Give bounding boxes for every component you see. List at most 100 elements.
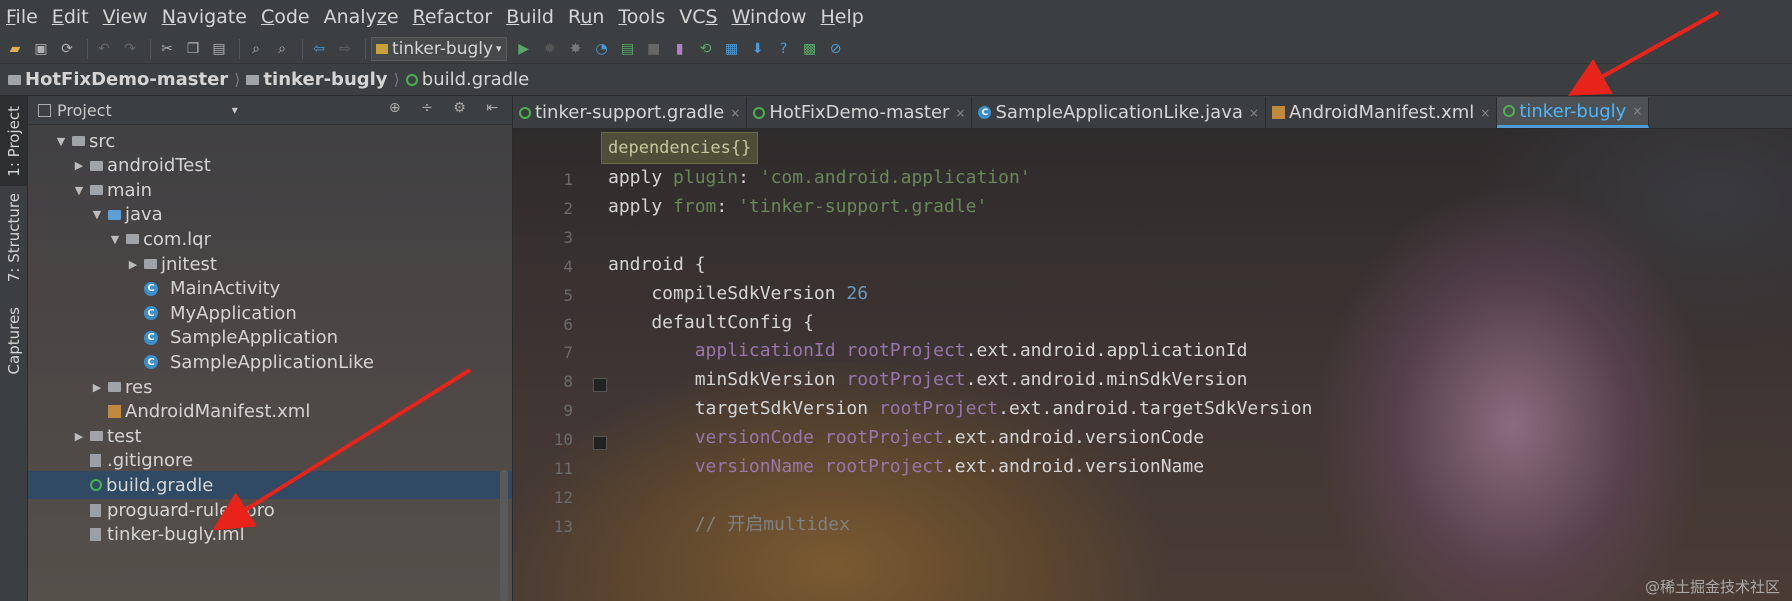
redo-icon[interactable]: ↷ [119,38,141,60]
paste-icon[interactable]: ▤ [208,38,230,60]
save-icon[interactable]: ▣ [30,38,52,60]
close-icon[interactable]: × [1480,106,1490,120]
menu-build[interactable]: Build [500,0,562,34]
editor-tab[interactable]: AndroidManifest.xml × [1266,97,1498,128]
editor-tab[interactable]: HotFixDemo-master × [747,97,973,128]
tree-item[interactable]: tinker-bugly.iml [28,521,512,549]
watermark: @稀土掘金技术社区 [1644,578,1780,596]
menu-run[interactable]: Run [562,0,612,34]
breadcrumb-project[interactable]: HotFixDemo-master [8,69,228,90]
expand-arrow-icon[interactable]: ▼ [90,208,104,221]
terminal-icon[interactable]: ▩ [799,38,821,60]
code-line: targetSdkVersion rootProject.ext.android… [608,395,1313,423]
fold-marker-icon[interactable] [593,378,607,392]
line-number: 3 [563,227,573,247]
code-token: compileSdkVersion [608,282,847,304]
menu-navigate[interactable]: Navigate [156,0,255,34]
menu-tools[interactable]: Tools [612,0,673,34]
code-token: 'tinker-support.gradle' [738,195,988,217]
no-entry-icon[interactable]: ⊘ [825,38,847,60]
collapse-arrow-icon[interactable]: ▶ [72,430,86,443]
expand-arrow-icon[interactable]: ▼ [54,135,68,148]
forward-icon[interactable]: ⇨ [334,38,356,60]
code-token: applicationId [694,340,847,362]
menu-analyze[interactable]: Analyze [318,0,407,34]
folder-icon [8,74,21,85]
open-folder-icon[interactable]: ▰ [4,38,26,60]
chevron-down-icon[interactable]: ▾ [232,103,238,117]
menu-code[interactable]: Code [255,0,318,34]
menu-view[interactable]: View [97,0,156,34]
copy-icon[interactable]: ❐ [182,38,204,60]
collapse-arrow-icon[interactable]: ▶ [72,159,86,172]
folder-icon [90,431,103,442]
project-structure-icon[interactable]: ▦ [721,38,743,60]
sync-gradle-icon[interactable]: ⟲ [695,38,717,60]
find-icon[interactable]: ⌕ [245,38,267,60]
collapse-arrow-icon[interactable]: ▶ [126,258,140,271]
close-icon[interactable]: × [1632,104,1642,118]
menu-vcs[interactable]: VCS [673,0,725,34]
cut-icon[interactable]: ✂ [156,38,178,60]
menu-window[interactable]: Window [726,0,815,34]
line-number: 4 [563,256,573,276]
editor-tab[interactable]: tinker-bugly × [1497,97,1650,128]
close-icon[interactable]: × [1249,106,1259,120]
structure-tool-tab[interactable]: 7: Structure [0,188,27,288]
stop-icon[interactable]: ■ [643,38,665,60]
tree-item-label: MyApplication [170,302,297,324]
menu-refactor[interactable]: Refactor [407,0,501,34]
close-icon[interactable]: × [730,106,740,120]
code-line: applicationId rootProject.ext.android.ap… [608,337,1248,365]
attach-debugger-icon[interactable]: ✸ [565,38,587,60]
gradle-icon [519,106,531,119]
line-number: 1 [563,170,573,189]
breadcrumb-module[interactable]: tinker-bugly [246,69,388,90]
help-icon[interactable]: ? [773,38,795,60]
sdk-manager-icon[interactable]: ⬇ [747,38,769,60]
class-icon: C [978,106,992,119]
code-line: minSdkVersion rootProject.ext.android.mi… [608,366,1248,394]
back-icon[interactable]: ⇦ [308,38,330,60]
replace-icon[interactable]: ⌕ [271,38,293,60]
sync-icon[interactable]: ⟳ [56,38,78,60]
debug-icon[interactable]: ✹ [539,38,561,60]
fold-marker-icon[interactable] [593,436,607,450]
breadcrumb-file[interactable]: build.gradle [405,69,529,90]
project-scrollbar[interactable] [500,470,508,601]
code-line: compileSdkVersion 26 [608,280,868,308]
code-token: 26 [846,282,869,304]
project-tool-tab[interactable]: 1: Project [0,96,27,186]
code-token: defaultConfig { [608,311,814,333]
avd-manager-icon[interactable]: ▮ [669,38,691,60]
collapse-arrow-icon[interactable]: ▶ [90,381,104,394]
captures-tool-tab[interactable]: Captures [0,296,27,386]
code-token: .ext.android.targetSdkVersion [998,398,1313,420]
menu-file[interactable]: File [0,0,46,34]
project-panel-title: Project [57,100,112,120]
tree-item-label: res [125,376,153,398]
apply-changes-icon[interactable]: ▤ [617,38,639,60]
profile-icon[interactable]: ◔ [591,38,613,60]
project-view-icon [38,103,51,117]
project-panel-header: Project ▾ ⊕ ÷ ⚙ ⇤ [28,96,512,125]
line-number: 6 [563,314,573,334]
tree-item-label: SampleApplicationLike [170,351,374,373]
panel-actions[interactable]: ⊕ ÷ ⚙ ⇤ [389,100,506,116]
code-token: versionCode [694,427,825,449]
run-configuration-dropdown[interactable]: tinker-bugly ▾ [371,36,507,61]
menu-edit[interactable]: Edit [46,0,97,34]
run-icon[interactable]: ▶ [513,38,535,60]
class-icon: C [144,330,158,345]
editor-tab[interactable]: tinker-support.gradle × [513,97,748,128]
undo-icon[interactable]: ↶ [93,38,115,60]
editor-breadcrumb[interactable]: dependencies{} [601,132,759,164]
tree-item-label: androidTest [107,155,211,177]
code-line: // 开启multidex [608,511,850,539]
manifest-icon [1271,106,1285,119]
menu-help[interactable]: Help [814,0,871,34]
expand-arrow-icon[interactable]: ▼ [108,233,122,246]
close-icon[interactable]: × [955,106,965,120]
editor-tab[interactable]: C SampleApplicationLike.java × [972,97,1266,128]
expand-arrow-icon[interactable]: ▼ [72,184,86,197]
